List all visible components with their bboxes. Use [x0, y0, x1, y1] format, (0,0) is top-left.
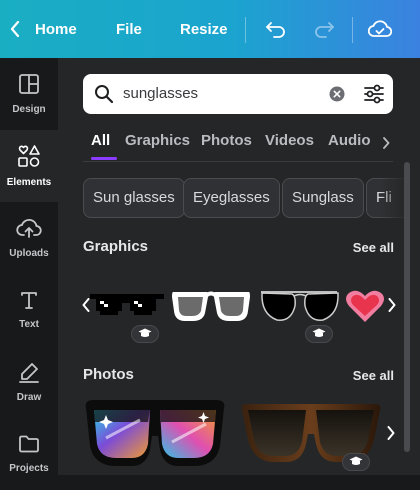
elements-panel: sunglasses All Graphics Photos Videos Au… — [58, 58, 420, 475]
redo-icon[interactable] — [313, 0, 335, 58]
sidebar-item-label: Draw — [16, 392, 42, 403]
tabs-divider — [83, 161, 393, 162]
graphics-scroll-right-icon[interactable] — [388, 298, 396, 317]
tab-photos[interactable]: Photos — [201, 130, 252, 162]
sidebar-item-uploads[interactable]: Uploads — [0, 202, 58, 274]
sidebar-item-label: Design — [12, 104, 46, 115]
active-tab-indicator — [91, 157, 117, 160]
photos-see-all-link[interactable]: See all — [353, 368, 394, 383]
sidebar-item-label: Uploads — [9, 248, 49, 259]
home-button[interactable]: Home — [35, 0, 77, 58]
tab-graphics[interactable]: Graphics — [125, 130, 190, 162]
resize-button[interactable]: Resize — [180, 0, 228, 58]
premium-badge — [342, 453, 370, 471]
graduation-cap-icon — [138, 325, 152, 343]
file-menu-button[interactable]: File — [116, 0, 142, 58]
cloud-saved-icon[interactable] — [368, 0, 392, 58]
sidebar-item-text[interactable]: Text — [0, 274, 58, 346]
sidebar-item-projects[interactable]: Projects — [0, 418, 58, 490]
suggestion-chip[interactable]: Eyeglasses — [183, 178, 280, 218]
panel-scrollbar[interactable] — [404, 162, 410, 452]
top-bar: Home File Resize — [0, 0, 420, 58]
sidebar-item-label: Text — [19, 319, 39, 330]
tab-audio[interactable]: Audio — [328, 130, 372, 162]
tabs-scroll-right-icon[interactable] — [382, 136, 390, 154]
pen-icon — [18, 361, 40, 386]
search-input[interactable]: sunglasses — [123, 85, 198, 102]
layout-icon — [18, 73, 40, 98]
sidebar-item-draw[interactable]: Draw — [0, 346, 58, 418]
clear-search-icon[interactable] — [329, 86, 345, 107]
heart-sunglasses-graphic[interactable] — [345, 288, 385, 329]
search-icon — [94, 84, 114, 109]
suggestion-chip[interactable]: Sun glasses — [83, 178, 185, 218]
neon-sunglasses-photo[interactable] — [84, 398, 226, 473]
sidebar-item-design[interactable]: Design — [0, 58, 58, 130]
white-sunglasses-graphic[interactable] — [171, 289, 251, 328]
photos-scroll-right-icon[interactable] — [387, 426, 395, 445]
premium-badge — [305, 325, 333, 343]
chips-fade — [380, 178, 420, 220]
tab-videos[interactable]: Videos — [265, 130, 314, 162]
graphics-see-all-link[interactable]: See all — [353, 240, 394, 255]
premium-badge — [131, 325, 159, 343]
pixel-sunglasses-graphic[interactable] — [90, 294, 164, 321]
shapes-icon — [17, 144, 41, 171]
suggestion-chip[interactable]: Sunglass — [282, 178, 364, 218]
aviator-sunglasses-graphic[interactable] — [259, 288, 341, 329]
folder-icon — [18, 434, 40, 457]
photos-section-title: Photos — [83, 366, 134, 383]
sidebar-item-elements[interactable]: Elements — [0, 130, 58, 202]
graphics-scroll-left-icon[interactable] — [82, 298, 90, 317]
graphics-section-title: Graphics — [83, 238, 149, 255]
search-box[interactable]: sunglasses — [83, 74, 393, 114]
undo-icon[interactable] — [265, 0, 287, 58]
cloud-upload-icon — [16, 217, 42, 242]
topbar-divider — [245, 17, 246, 43]
back-chevron-icon[interactable] — [10, 0, 20, 58]
topbar-divider — [352, 17, 353, 43]
text-icon — [19, 290, 39, 313]
sidebar: Design Elements Uploads Text Draw Projec… — [0, 58, 58, 475]
graduation-cap-icon — [349, 453, 363, 471]
sidebar-item-label: Elements — [6, 177, 52, 188]
sidebar-item-label: Projects — [9, 463, 49, 474]
graduation-cap-icon — [312, 325, 326, 343]
filter-sliders-icon[interactable] — [363, 83, 385, 110]
